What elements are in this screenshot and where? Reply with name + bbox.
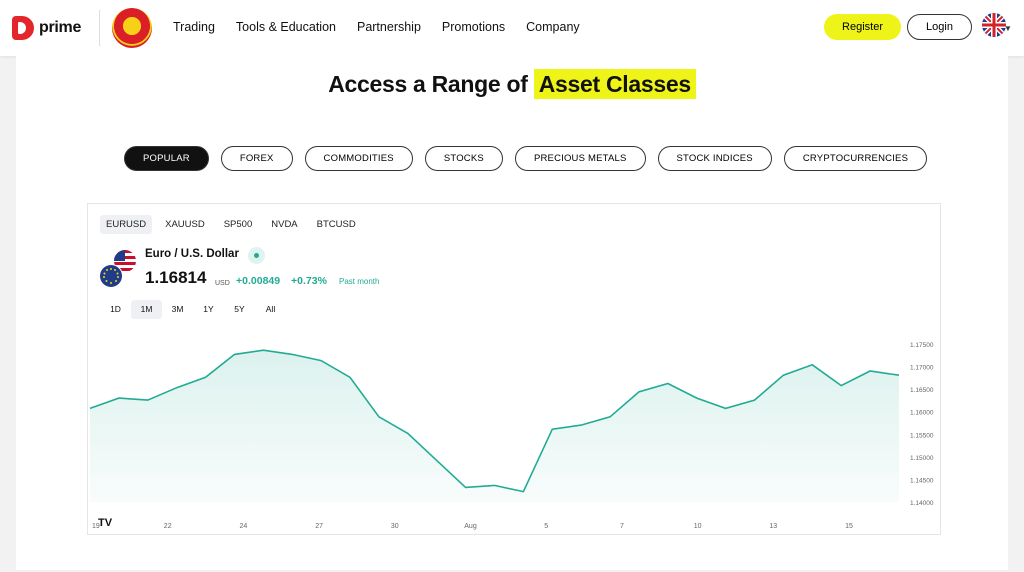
y-tick-label: 1.14500 [910,477,934,484]
y-tick-label: 1.14000 [910,500,934,507]
top-navbar: prime Trading Tools & Education Partners… [0,0,1024,56]
x-tick-label: 10 [694,523,702,530]
header-divider [99,10,100,46]
nav-trading[interactable]: Trading [173,20,215,34]
range-1m[interactable]: 1M [131,300,162,319]
pair-name: Euro / U.S. Dollar [145,248,239,260]
x-tick-label: 13 [769,523,777,530]
range-1y[interactable]: 1Y [193,300,224,319]
x-tick-label: 30 [391,523,399,530]
y-tick-label: 1.15500 [910,432,934,439]
club-crest-icon[interactable] [112,8,152,48]
x-tick-label: Aug [464,523,477,530]
tab-forex[interactable]: FOREX [220,146,293,171]
y-tick-label: 1.16500 [910,387,934,394]
x-tick-label: 7 [620,523,624,530]
tradingview-logo-icon[interactable]: TV [98,517,113,529]
price-change-percent: +0.73% [291,275,327,287]
asset-class-tabs: POPULAR FOREX COMMODITIES STOCKS PRECIOU… [124,146,939,171]
tab-precious-metals[interactable]: PRECIOUS METALS [514,146,646,171]
symbol-sp500[interactable]: SP500 [218,215,259,234]
x-tick-label: 24 [240,523,248,530]
symbol-btcusd[interactable]: BTCUSD [311,215,362,234]
y-tick-label: 1.17000 [910,365,934,372]
symbol-xauusd[interactable]: XAUUSD [159,215,211,234]
tab-popular[interactable]: POPULAR [124,146,209,171]
nav-tools-education[interactable]: Tools & Education [236,20,336,34]
period-label: Past month [339,277,380,286]
y-tick-label: 1.16000 [910,410,934,417]
current-price: 1.16814 [145,268,207,287]
main-nav: Trading Tools & Education Partnership Pr… [173,20,601,34]
time-range-tabs: 1D 1M 3M 1Y 5Y All [100,300,286,319]
tab-stock-indices[interactable]: STOCK INDICES [657,146,772,171]
price-area-chart[interactable]: 1.17500 1.17000 1.16500 1.16000 1.15500 1.150… [88,334,942,536]
login-button[interactable]: Login [907,14,972,40]
tradingview-watermark: TV [98,517,113,529]
chevron-down-icon[interactable]: ▼ [1004,24,1012,33]
eur-usd-flags-icon [98,249,138,289]
register-button[interactable]: Register [824,14,901,40]
chart-widget: EURUSD XAUUSD SP500 NVDA BTCUSD Euro / U… [87,203,941,535]
price-change: +0.00849 [236,275,281,287]
y-tick-label: 1.15000 [910,455,934,462]
nav-promotions[interactable]: Promotions [442,20,505,34]
tab-cryptocurrencies[interactable]: CRYPTOCURRENCIES [783,146,928,171]
page-title: Access a Range of Asset Classes [0,69,1024,99]
price-currency: USD [215,280,230,287]
range-5y[interactable]: 5Y [224,300,255,319]
symbol-tabs: EURUSD XAUUSD SP500 NVDA BTCUSD [100,215,369,234]
x-tick-label: 5 [544,523,548,530]
uk-flag-icon[interactable] [982,13,1006,37]
prime-logo[interactable]: prime [12,15,81,41]
symbol-nvda[interactable]: NVDA [265,215,303,234]
range-1d[interactable]: 1D [100,300,131,319]
range-3m[interactable]: 3M [162,300,193,319]
x-tick-label: 15 [845,523,853,530]
prime-logo-icon [12,16,34,40]
title-highlight: Asset Classes [533,69,696,99]
range-all[interactable]: All [255,300,286,319]
x-tick-label: 27 [315,523,323,530]
x-tick-label: 22 [164,523,172,530]
tab-commodities[interactable]: COMMODITIES [304,146,413,171]
title-prefix: Access a Range of [328,71,528,97]
symbol-eurusd[interactable]: EURUSD [100,215,153,234]
y-tick-label: 1.17500 [910,342,934,349]
live-status-icon [248,247,265,264]
nav-partnership[interactable]: Partnership [357,20,421,34]
nav-company[interactable]: Company [526,20,580,34]
tab-stocks[interactable]: STOCKS [424,146,503,171]
logo-text: prime [39,19,82,36]
